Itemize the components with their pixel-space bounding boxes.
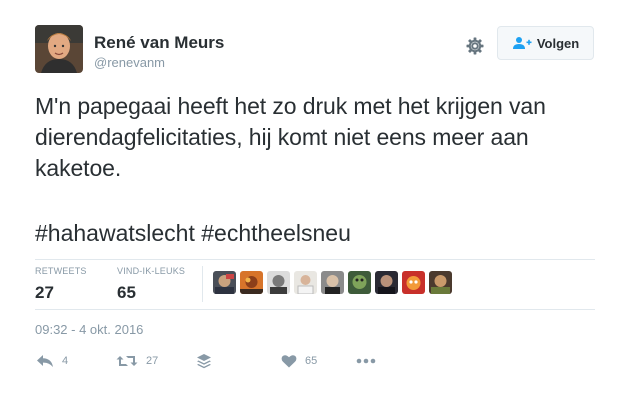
layers-icon	[196, 353, 212, 369]
retweet-button[interactable]: 27	[116, 352, 158, 370]
hashtag-link[interactable]: #echtheelsneu	[201, 220, 351, 246]
buffer-button[interactable]	[196, 352, 212, 370]
reply-button[interactable]: 4	[36, 352, 68, 370]
author-avatar[interactable]	[35, 25, 83, 73]
liker-avatar[interactable]	[267, 271, 290, 294]
like-button[interactable]: 65	[281, 352, 317, 370]
divider	[202, 266, 203, 302]
person-plus-icon	[512, 36, 532, 50]
divider	[35, 309, 595, 310]
liker-avatar[interactable]	[429, 271, 452, 294]
author-name[interactable]: René van Meurs	[94, 33, 224, 53]
tweet-timestamp[interactable]: 09:32 - 4 okt. 2016	[35, 322, 143, 337]
likes-label: VIND-IK-LEUKS	[117, 266, 186, 276]
tweet-text: M'n papegaai heeft het zo druk met het k…	[35, 93, 546, 181]
reply-icon	[36, 354, 54, 368]
hashtag-link[interactable]: #hahawatslecht	[35, 220, 195, 246]
liker-avatar[interactable]	[321, 271, 344, 294]
retweet-icon	[116, 354, 138, 368]
liker-avatars	[213, 271, 452, 295]
divider	[35, 259, 595, 260]
liker-avatar[interactable]	[213, 271, 236, 294]
tweet-card: René van Meurs @renevanm Volgen M'n pape…	[0, 0, 631, 401]
liker-avatar[interactable]	[402, 271, 425, 294]
follow-button[interactable]: Volgen	[497, 26, 594, 60]
liker-avatar[interactable]	[348, 271, 371, 294]
more-button[interactable]	[356, 352, 376, 370]
likes-stat[interactable]: VIND-IK-LEUKS 65	[117, 266, 185, 303]
liker-avatar[interactable]	[294, 271, 317, 294]
retweet-count: 27	[146, 355, 159, 367]
retweets-label: RETWEETS	[35, 266, 87, 276]
retweets-stat[interactable]: RETWEETS 27	[35, 266, 87, 303]
liker-avatar[interactable]	[375, 271, 398, 294]
gear-icon[interactable]	[465, 36, 485, 56]
liker-avatar[interactable]	[240, 271, 263, 294]
author-handle[interactable]: @renevanm	[94, 55, 165, 70]
more-icon	[356, 358, 376, 364]
like-count: 65	[305, 355, 318, 367]
likes-count: 65	[117, 283, 136, 302]
tweet-hashtags: #hahawatslecht #echtheelsneu	[35, 218, 351, 249]
heart-icon	[281, 354, 297, 368]
follow-button-label: Volgen	[536, 35, 580, 51]
retweets-count: 27	[35, 283, 54, 302]
reply-count: 4	[62, 355, 69, 367]
